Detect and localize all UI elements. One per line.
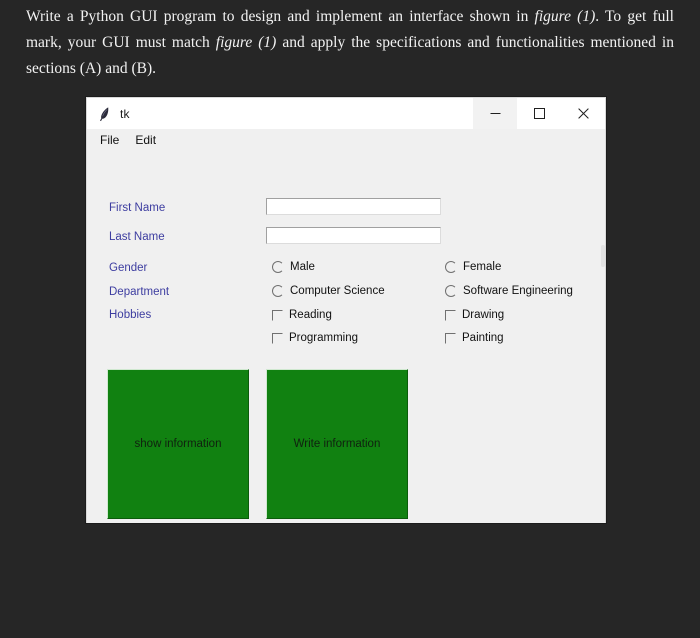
label-department: Department (109, 286, 170, 298)
window-client-area: First Name Last Name Gender Department H… (87, 150, 605, 523)
last-name-input[interactable] (266, 227, 441, 244)
checkbox-hobby-drawing-label: Drawing (462, 309, 505, 321)
menubar: File Edit (87, 129, 605, 150)
radio-department-cs[interactable]: Computer Science (272, 285, 385, 297)
window-title: tk (120, 106, 130, 121)
feather-icon (100, 106, 109, 121)
radio-circle-icon (445, 261, 457, 273)
label-gender: Gender (109, 262, 148, 274)
checkbox-hobby-drawing[interactable]: Drawing (445, 309, 504, 321)
write-information-button[interactable]: Write information (266, 369, 408, 519)
question-text-part-1: Write a Python GUI program to design and… (26, 8, 535, 25)
radio-gender-female[interactable]: Female (445, 261, 501, 273)
checkbox-hobby-painting[interactable]: Painting (445, 332, 504, 344)
window-controls (473, 98, 605, 129)
show-information-button-label: show information (134, 438, 222, 450)
checkbox-square-icon (445, 332, 456, 344)
radio-gender-male-label: Male (290, 261, 315, 273)
radio-circle-icon (272, 285, 284, 297)
radio-gender-male[interactable]: Male (272, 261, 315, 273)
radio-department-se[interactable]: Software Engineering (445, 285, 573, 297)
checkbox-hobby-reading[interactable]: Reading (272, 309, 332, 321)
menu-item-edit[interactable]: Edit (127, 131, 164, 149)
close-icon (577, 108, 589, 119)
tk-window: tk File Edit First Name Last Name Gender… (86, 97, 606, 523)
menu-item-file[interactable]: File (92, 131, 127, 149)
checkbox-square-icon (272, 309, 283, 321)
checkbox-hobby-reading-label: Reading (289, 309, 332, 321)
window-titlebar[interactable]: tk (87, 98, 605, 129)
maximize-icon (533, 108, 545, 119)
maximize-button[interactable] (517, 98, 561, 129)
checkbox-hobby-painting-label: Painting (462, 332, 504, 344)
radio-circle-icon (272, 261, 284, 273)
label-first-name: First Name (109, 202, 166, 214)
close-button[interactable] (561, 98, 605, 129)
show-information-button[interactable]: show information (107, 369, 249, 519)
checkbox-square-icon (445, 309, 456, 321)
label-last-name: Last Name (109, 231, 165, 243)
first-name-input[interactable] (266, 198, 441, 215)
checkbox-hobby-programming-label: Programming (289, 332, 359, 344)
label-hobbies: Hobbies (109, 309, 152, 321)
radio-gender-female-label: Female (463, 261, 502, 273)
question-figure-ref-2: figure (1) (215, 34, 277, 51)
checkbox-square-icon (272, 332, 283, 344)
minimize-icon (490, 113, 500, 114)
question-figure-ref-1: figure (1) (534, 8, 596, 25)
scrollbar-thumb[interactable] (601, 245, 605, 267)
question-paragraph: Write a Python GUI program to design and… (26, 4, 674, 82)
minimize-button[interactable] (473, 98, 517, 129)
write-information-button-label: Write information (293, 438, 381, 450)
checkbox-hobby-programming[interactable]: Programming (272, 332, 358, 344)
radio-department-se-label: Software Engineering (463, 285, 573, 297)
radio-department-cs-label: Computer Science (290, 285, 385, 297)
radio-circle-icon (445, 285, 457, 297)
